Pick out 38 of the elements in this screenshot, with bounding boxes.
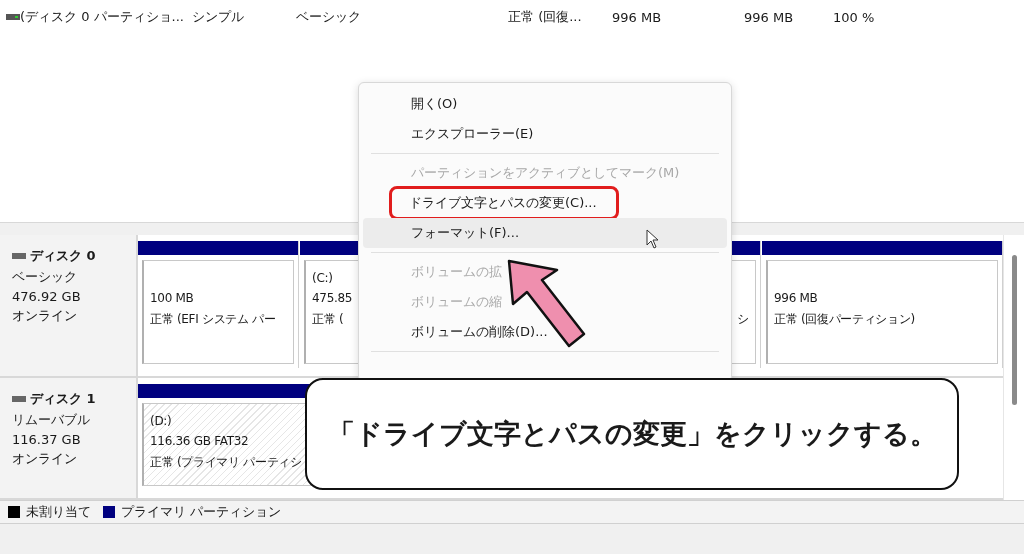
mouse-pointer-icon <box>646 229 660 249</box>
legend-label: プライマリ パーティション <box>121 503 282 521</box>
table-cell-text: 996 MB <box>744 9 795 25</box>
table-cell-text: (ディスク 0 パーティショ... <box>19 8 185 26</box>
disk-type: ベーシック <box>12 268 78 286</box>
menu-item[interactable]: フォーマット(F)... <box>363 218 727 248</box>
partition-status: 正常 ( <box>312 311 344 328</box>
menu-item[interactable]: 開く(O) <box>363 89 727 119</box>
partition-label: (C:) <box>312 271 333 287</box>
table-cell-text: 正常 (回復... <box>508 8 583 26</box>
disk-name: ディスク 0 <box>30 247 96 265</box>
partition-status: シ <box>737 311 749 328</box>
table-cell-text: 996 MB <box>612 9 663 25</box>
scrollbar-thumb[interactable] <box>1011 255 1017 405</box>
partition-block[interactable]: 996 MB 正常 (回復パーティション) <box>766 260 998 364</box>
disk-size: 476.92 GB <box>12 289 82 304</box>
table-cell-text: シンプル <box>192 8 245 26</box>
disk-status: オンライン <box>12 307 78 325</box>
partition-size: 100 MB <box>150 291 194 307</box>
partition-label: (D:) <box>150 413 172 430</box>
legend-label: 未割り当て <box>26 503 91 521</box>
menu-item[interactable]: エクスプローラー(E) <box>363 119 727 149</box>
menu-item[interactable]: ドライブ文字とパスの変更(C)... <box>391 188 617 218</box>
disk-type: リムーバブル <box>12 410 91 429</box>
partition-status: 正常 (EFI システム パー <box>150 311 276 328</box>
partition-block[interactable]: 100 MB 正常 (EFI システム パー <box>142 260 294 364</box>
partition-status: 正常 (プライマリ パーティシ <box>150 453 302 471</box>
callout-text: 「ドライブ文字とパスの変更」をクリックする。 <box>327 417 937 451</box>
menu-item[interactable]: ボリュームの削除(D)... <box>363 317 727 347</box>
partition-status: 正常 (回復パーティション) <box>774 311 915 328</box>
table-cell-text: 100 % <box>833 9 876 25</box>
partition-size: 475.85 <box>312 291 353 307</box>
disk-size: 116.37 GB <box>12 431 82 447</box>
table-cell-text: ベーシック <box>296 8 362 26</box>
disk-status: オンライン <box>12 449 78 468</box>
partition-size: 116.36 GB FAT32 <box>150 433 249 450</box>
disk-name: ディスク 1 <box>30 389 96 408</box>
partition-size: 996 MB <box>774 291 818 307</box>
